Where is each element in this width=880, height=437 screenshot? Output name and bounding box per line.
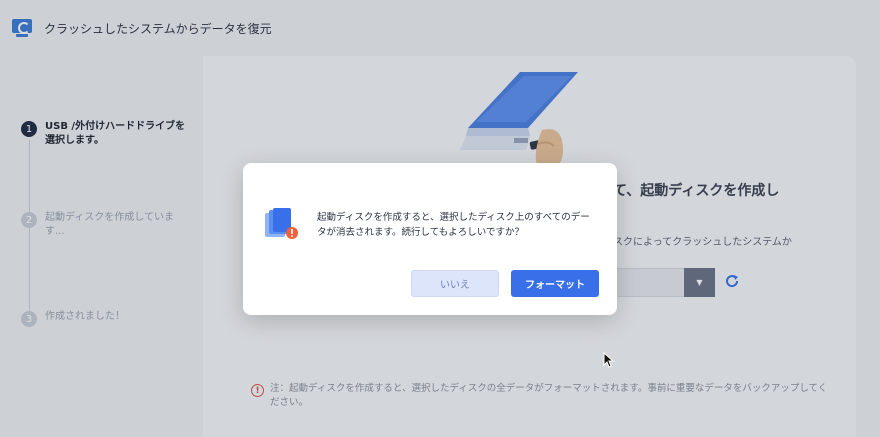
format-button[interactable]: フォーマット <box>511 270 599 297</box>
disk-warning-icon <box>265 208 298 239</box>
no-button[interactable]: いいえ <box>411 270 499 297</box>
format-confirm-dialog: 起動ディスクを作成すると、選択したディスク上のすべてのデータが消去されます。続行… <box>243 163 617 315</box>
dialog-message: 起動ディスクを作成すると、選択したディスク上のすべてのデータが消去されます。続行… <box>317 212 590 238</box>
mouse-cursor-icon <box>603 352 615 368</box>
